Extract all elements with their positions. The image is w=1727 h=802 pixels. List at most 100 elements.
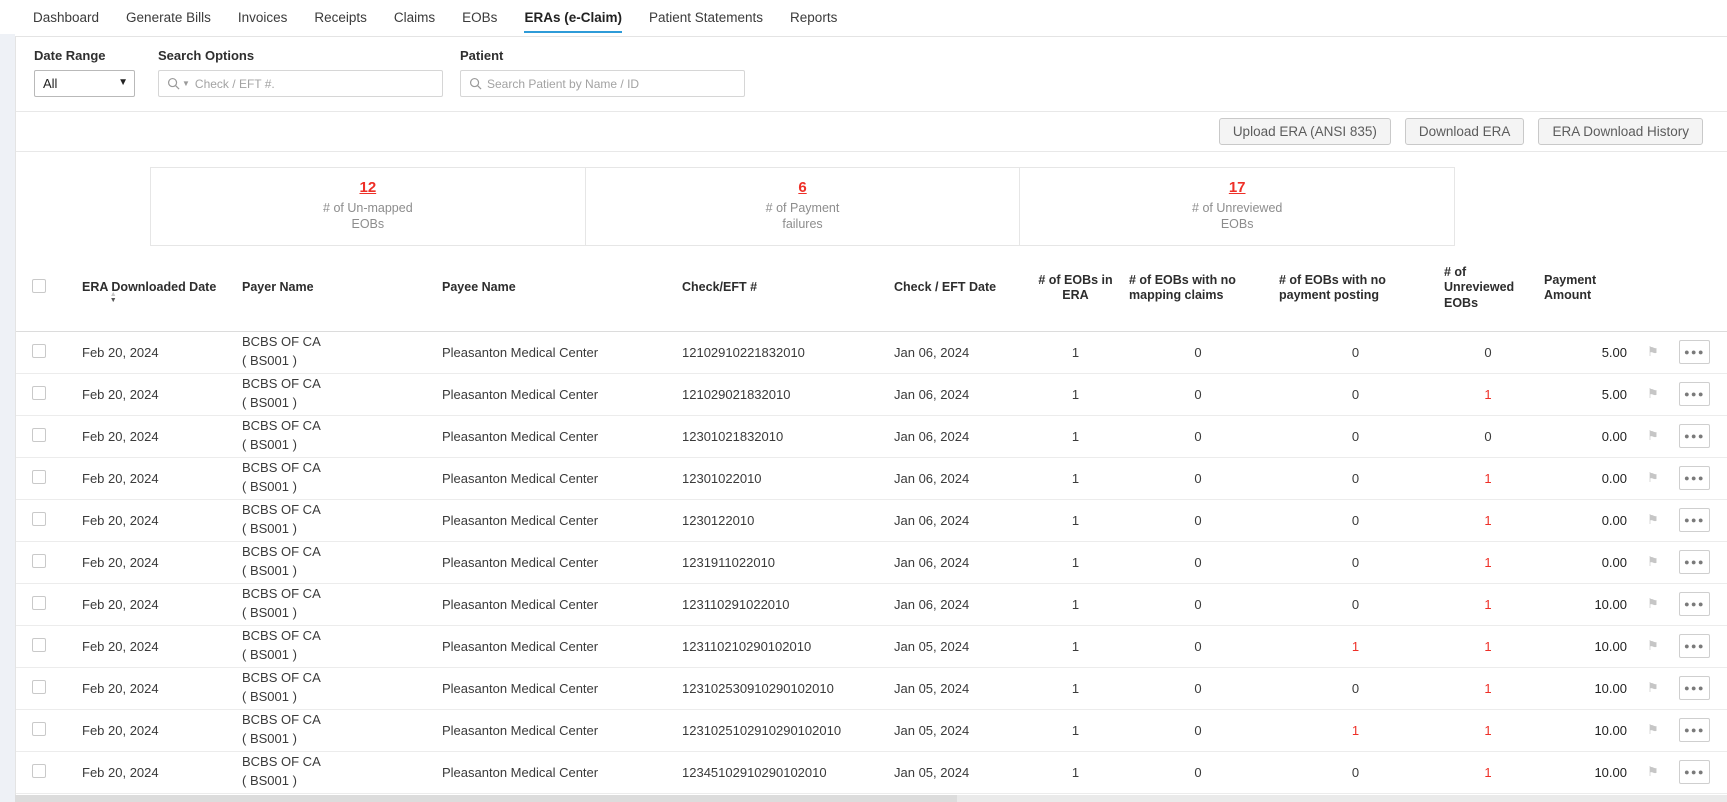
- header-eobs-in-era[interactable]: # of EOBs in ERA: [1028, 246, 1123, 332]
- check-eft-date-cell: Jan 06, 2024: [888, 373, 1028, 416]
- era-downloaded-date-cell: Feb 20, 2024: [64, 541, 236, 584]
- row-checkbox[interactable]: [32, 679, 46, 694]
- era-downloaded-date-cell: Feb 20, 2024: [64, 583, 236, 626]
- check-eft-date-cell: Jan 06, 2024: [888, 331, 1028, 374]
- payee-name-cell: Pleasanton Medical Center: [436, 373, 676, 416]
- unreviewed-eobs-cell[interactable]: 1: [1438, 667, 1538, 710]
- nav-tab-receipts[interactable]: Receipts: [314, 2, 367, 33]
- flag-icon[interactable]: ⚑: [1647, 386, 1659, 401]
- unreviewed-eobs-cell[interactable]: 1: [1438, 583, 1538, 626]
- check-eft-cell: 1231025102910290102010: [676, 709, 888, 752]
- header-no-mapping-claims[interactable]: # of EOBs with no mapping claims: [1123, 246, 1273, 332]
- unreviewed-eobs-count-link[interactable]: 17: [1229, 179, 1246, 196]
- unreviewed-eobs-label: # of Unreviewed: [1192, 201, 1283, 215]
- row-checkbox[interactable]: [32, 343, 46, 358]
- header-no-payment-posting[interactable]: # of EOBs with no payment posting: [1273, 246, 1438, 332]
- nav-tab-reports[interactable]: Reports: [790, 2, 837, 33]
- header-era-downloaded-date[interactable]: ERA Downloaded Date ▲ ▼: [64, 246, 236, 332]
- payment-amount-cell: 10.00: [1538, 583, 1633, 626]
- row-checkbox[interactable]: [32, 595, 46, 610]
- unreviewed-eobs-cell[interactable]: 0: [1438, 331, 1538, 374]
- row-checkbox[interactable]: [32, 511, 46, 526]
- row-actions-button[interactable]: ●●●: [1679, 382, 1710, 406]
- row-actions-button[interactable]: ●●●: [1679, 340, 1710, 364]
- row-checkbox[interactable]: [32, 469, 46, 484]
- payer-name-cell: BCBS OF CA( BS001 ): [236, 415, 436, 458]
- check-eft-search-field[interactable]: ▼: [158, 70, 443, 97]
- check-eft-date-cell: Jan 05, 2024: [888, 709, 1028, 752]
- header-payee-name[interactable]: Payee Name: [436, 246, 676, 332]
- nav-tab-patient-statements[interactable]: Patient Statements: [649, 2, 763, 33]
- flag-icon[interactable]: ⚑: [1647, 638, 1659, 653]
- flag-icon[interactable]: ⚑: [1647, 428, 1659, 443]
- row-actions-button[interactable]: ●●●: [1679, 718, 1710, 742]
- row-actions-button[interactable]: ●●●: [1679, 424, 1710, 448]
- summary-cards: 12 # of Un-mapped EOBs 6 # of Payment fail…: [150, 167, 1455, 246]
- upload-era-button[interactable]: Upload ERA (ANSI 835): [1218, 118, 1391, 145]
- chevron-down-icon[interactable]: ▼: [182, 79, 190, 88]
- header-check-eft-date[interactable]: Check / EFT Date: [888, 246, 1028, 332]
- row-actions-button[interactable]: ●●●: [1679, 634, 1710, 658]
- nav-tab-invoices[interactable]: Invoices: [238, 2, 288, 33]
- payee-name-cell: Pleasanton Medical Center: [436, 457, 676, 500]
- nav-tab-eobs[interactable]: EOBs: [462, 2, 497, 33]
- download-era-button[interactable]: Download ERA: [1404, 118, 1525, 145]
- sort-icon[interactable]: ▲ ▼: [110, 291, 117, 304]
- row-checkbox[interactable]: [32, 637, 46, 652]
- payment-failures-count-link[interactable]: 6: [798, 179, 806, 196]
- flag-icon[interactable]: ⚑: [1647, 344, 1659, 359]
- flag-icon[interactable]: ⚑: [1647, 596, 1659, 611]
- unreviewed-eobs-cell[interactable]: 1: [1438, 457, 1538, 500]
- nav-tab-eras-e-claim[interactable]: ERAs (e-Claim): [524, 2, 622, 33]
- header-unreviewed-eobs[interactable]: # of Unreviewed EOBs: [1438, 246, 1538, 332]
- date-range-select[interactable]: All: [34, 70, 135, 97]
- payee-name-cell: Pleasanton Medical Center: [436, 415, 676, 458]
- row-checkbox[interactable]: [32, 385, 46, 400]
- flag-icon[interactable]: ⚑: [1647, 764, 1659, 779]
- header-payer-name[interactable]: Payer Name: [236, 246, 436, 332]
- row-checkbox[interactable]: [32, 763, 46, 778]
- nav-tab-claims[interactable]: Claims: [394, 2, 435, 33]
- row-actions-button[interactable]: ●●●: [1679, 550, 1710, 574]
- row-checkbox[interactable]: [32, 721, 46, 736]
- unreviewed-eobs-cell[interactable]: 1: [1438, 625, 1538, 668]
- flag-icon[interactable]: ⚑: [1647, 470, 1659, 485]
- horizontal-scrollbar[interactable]: [15, 795, 1727, 802]
- check-eft-search-input[interactable]: [194, 76, 434, 91]
- header-payment-amount[interactable]: Payment Amount: [1538, 246, 1633, 332]
- nav-tab-dashboard[interactable]: Dashboard: [33, 2, 99, 33]
- select-all-checkbox[interactable]: [32, 278, 46, 293]
- nav-tab-generate-bills[interactable]: Generate Bills: [126, 2, 211, 33]
- unmapped-eobs-count-link[interactable]: 12: [359, 179, 376, 196]
- flag-icon[interactable]: ⚑: [1647, 512, 1659, 527]
- eobs-in-era-cell: 1: [1028, 541, 1123, 584]
- row-actions-button[interactable]: ●●●: [1679, 592, 1710, 616]
- patient-search-field[interactable]: [460, 70, 745, 97]
- flag-icon[interactable]: ⚑: [1647, 680, 1659, 695]
- unreviewed-eobs-cell[interactable]: 1: [1438, 541, 1538, 584]
- era-download-history-button[interactable]: ERA Download History: [1538, 118, 1703, 145]
- header-actions-column: [1673, 246, 1727, 332]
- row-actions-button[interactable]: ●●●: [1679, 508, 1710, 532]
- unreviewed-eobs-cell[interactable]: 1: [1438, 709, 1538, 752]
- payment-amount-cell: 10.00: [1538, 667, 1633, 710]
- unreviewed-eobs-cell[interactable]: 1: [1438, 499, 1538, 542]
- flag-icon[interactable]: ⚑: [1647, 722, 1659, 737]
- row-actions-button[interactable]: ●●●: [1679, 466, 1710, 490]
- unreviewed-eobs-cell[interactable]: 0: [1438, 415, 1538, 458]
- no-mapping-claims-cell: 0: [1123, 667, 1273, 710]
- unreviewed-eobs-cell[interactable]: 1: [1438, 373, 1538, 416]
- flag-icon[interactable]: ⚑: [1647, 554, 1659, 569]
- no-payment-posting-cell: 0: [1273, 499, 1438, 542]
- row-checkbox[interactable]: [32, 553, 46, 568]
- patient-search-input[interactable]: [487, 76, 736, 91]
- row-actions-button[interactable]: ●●●: [1679, 760, 1710, 784]
- row-checkbox[interactable]: [32, 427, 46, 442]
- unreviewed-eobs-cell[interactable]: 1: [1438, 751, 1538, 794]
- row-actions-button[interactable]: ●●●: [1679, 676, 1710, 700]
- payment-amount-cell: 0.00: [1538, 541, 1633, 584]
- era-downloaded-date-cell: Feb 20, 2024: [64, 709, 236, 752]
- scrollbar-thumb[interactable]: [15, 795, 957, 802]
- header-check-eft[interactable]: Check/EFT #: [676, 246, 888, 332]
- no-payment-posting-cell: 0: [1273, 667, 1438, 710]
